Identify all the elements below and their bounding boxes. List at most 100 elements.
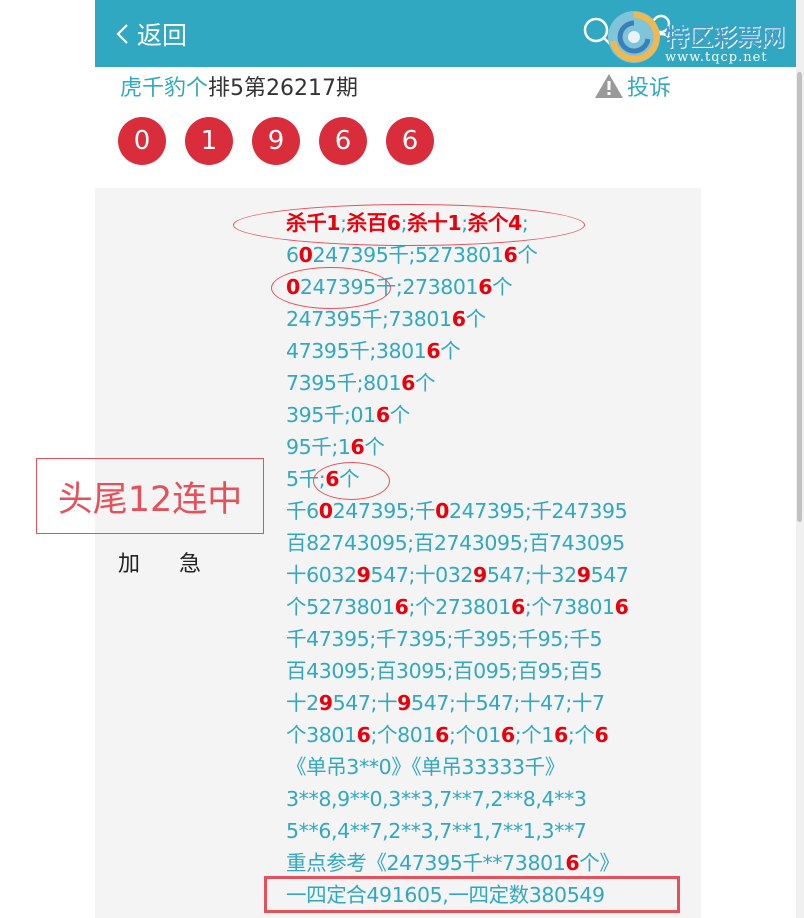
page-scrollbar[interactable] — [796, 0, 804, 918]
line-text: 3**8,9**0,3**3,7**7,2**8,4**3 — [286, 787, 587, 811]
highlight-digit: 6 — [435, 723, 449, 747]
line-text: ;个 — [567, 723, 595, 747]
prediction-line: 百82743095;百2743095;百743095 — [286, 527, 696, 559]
line-text: 6 — [286, 243, 299, 267]
line-text: 个 — [389, 403, 411, 427]
line-text: 个 — [492, 275, 513, 299]
line-text: 247395;千247395 — [448, 499, 628, 523]
issue-label: 排5第26217期 — [208, 76, 358, 101]
line-text: 个 — [465, 307, 487, 331]
line-text: ;个1 — [514, 723, 555, 747]
line-text: 个5273801 — [286, 595, 395, 619]
logo-text: 特区彩票网 — [665, 23, 785, 51]
highlight-digit: 9 — [356, 563, 371, 587]
prediction-line: 3**8,9**0,3**3,7**7,2**8,4**3 — [286, 783, 696, 815]
line-text: 百82743095;百2743095;百743095 — [286, 531, 625, 555]
result-ball: 9 — [252, 117, 300, 165]
result-ball: 6 — [386, 117, 434, 165]
highlight-digit: 6 — [510, 595, 525, 619]
line-text: 547;十032 — [370, 563, 474, 587]
line-text: 1 — [490, 243, 504, 267]
highlight-digit: 9 — [576, 563, 591, 587]
highlight-digit: 6 — [375, 403, 390, 427]
line-text: 个》 — [579, 851, 620, 875]
line-text: 547 — [590, 563, 629, 587]
highlight-digit: 6 — [350, 435, 365, 459]
highlight-digit: 6 — [451, 307, 466, 331]
line-text: 547;十547;十47;十7 — [411, 691, 605, 715]
result-ball: 0 — [118, 117, 166, 165]
prediction-line: 千47395;千7395;千395;千95;千5 — [286, 623, 696, 655]
line-text: 重点参考《247395千**73801 — [286, 851, 566, 875]
complaint-button[interactable]: 投诉 — [594, 70, 671, 102]
result-ball: 1 — [185, 117, 233, 165]
prediction-text: 杀千1;杀百6;杀十1;杀个4; 60247395千;52738016个 02473… — [286, 207, 696, 911]
prediction-line: 7395千;8016个 — [286, 367, 696, 399]
prediction-line: 95千;16个 — [286, 431, 696, 463]
line-text: ;个73801 — [524, 595, 615, 619]
line-text: 千6 — [286, 499, 319, 523]
prediction-line: 5**6,4**7,2**3,7**1,7**1,3**7 — [286, 815, 696, 847]
highlight-digit: 9 — [318, 691, 333, 715]
annotation-circle — [271, 267, 391, 309]
line-text: 十2 — [286, 691, 319, 715]
line-text: 个 — [364, 435, 385, 459]
line-text: 十6032 — [286, 563, 357, 587]
highlight-digit: 0 — [318, 499, 333, 523]
line-text: 47395千;3801 — [286, 339, 427, 363]
logo-url: www.tqcp.net — [665, 50, 768, 65]
highlight-digit: 6 — [401, 371, 415, 395]
line-text: 5**6,4**7,2**3,7**1,7**1,3**7 — [286, 819, 587, 843]
author-name[interactable]: 虎千豹个 — [120, 76, 208, 101]
highlight-digit: 6 — [503, 243, 518, 267]
scrollbar-thumb[interactable] — [797, 72, 802, 522]
highlight-digit: 6 — [356, 723, 371, 747]
prediction-line: 395千;016个 — [286, 399, 696, 431]
highlight-digit: 6 — [426, 339, 441, 363]
line-text: 个3801 — [286, 723, 357, 747]
line-text: 547;十 — [332, 691, 398, 715]
line-text: 个 — [414, 371, 436, 395]
annotation-box — [264, 876, 680, 913]
line-text: 7395千;801 — [286, 371, 402, 395]
back-button[interactable]: 返回 — [115, 0, 187, 67]
line-text: ;个801 — [370, 723, 436, 747]
line-text: 547;十32 — [486, 563, 577, 587]
line-text: 16 — [491, 243, 518, 267]
line-text: 247395千;73801 — [286, 307, 452, 331]
prediction-line: 十29547;十9547;十547;十47;十7 — [286, 687, 696, 719]
prediction-line: 47395千;38016个 — [286, 335, 696, 367]
line-text: 247395千;527380 — [312, 243, 492, 267]
highlight-digit: 6 — [394, 595, 409, 619]
site-logo[interactable]: 特区彩票网 www.tqcp.net — [605, 6, 804, 66]
annotation-circle — [233, 204, 585, 246]
line-text: 395千;01 — [286, 403, 376, 427]
prediction-line: 十60329547;十0329547;十329547 — [286, 559, 696, 591]
result-ball: 6 — [319, 117, 367, 165]
highlight-digit: 6 — [478, 275, 493, 299]
line-text: 95千;1 — [286, 435, 351, 459]
streak-badge: 头尾12连中 — [36, 458, 264, 534]
line-text: 247395;千 — [332, 499, 436, 523]
highlight-digit: 6 — [500, 723, 515, 747]
warning-icon — [595, 74, 623, 98]
highlight-digit: 6 — [554, 723, 568, 747]
highlight-digit: 9 — [397, 691, 412, 715]
prediction-line: 个52738016;个2738016;个738016 — [286, 591, 696, 623]
highlight-digit: 0 — [435, 499, 449, 523]
prediction-line: 《单吊3**0》《单吊33333千》 — [286, 751, 696, 783]
complaint-label: 投诉 — [627, 76, 672, 101]
highlight-digit: 9 — [473, 563, 487, 587]
urgent-label: 加 急 — [118, 552, 201, 577]
draw-result-balls: 0 1 9 6 6 — [118, 117, 453, 165]
line-text: 百43095;百3095;百095;百95;百5 — [286, 659, 603, 683]
prediction-line: 重点参考《247395千**738016个》 — [286, 847, 696, 879]
post-title: 虎千豹个排5第26217期 — [120, 70, 358, 102]
highlight-digit: 6 — [565, 851, 580, 875]
line-text: ;个01 — [448, 723, 501, 747]
line-text: ;个273801 — [408, 595, 511, 619]
chevron-left-icon — [116, 23, 128, 44]
prediction-line: 百43095;百3095;百095;百95;百5 — [286, 655, 696, 687]
line-text: 个 — [517, 243, 538, 267]
highlight-digit: 0 — [298, 243, 313, 267]
